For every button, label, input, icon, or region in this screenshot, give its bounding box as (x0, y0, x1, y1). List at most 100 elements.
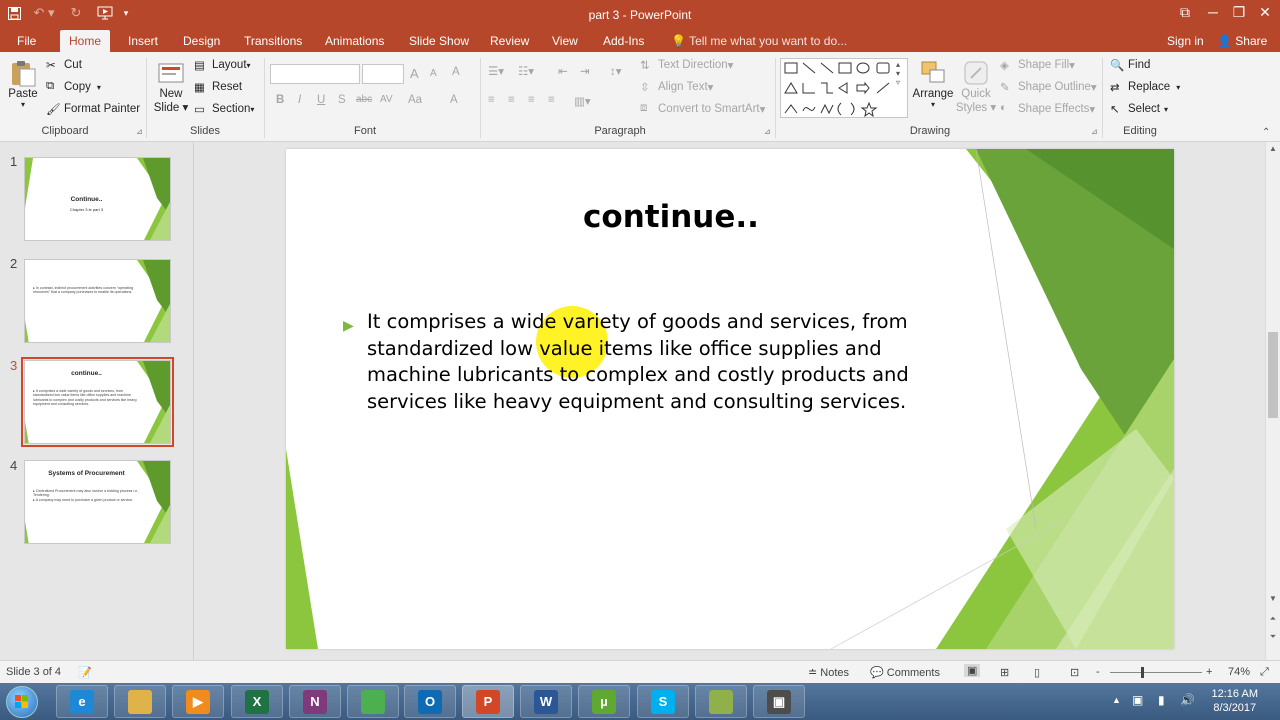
notes-button[interactable]: ≐ Notes (808, 666, 849, 679)
fit-slide-icon[interactable]: ⤢ (1260, 666, 1269, 679)
quick-styles-button[interactable]: Quick Styles ▾ (956, 58, 996, 114)
clipboard-launcher-icon[interactable]: ⊿ (136, 127, 143, 136)
convert-smartart-button[interactable]: ⧈ Convert to SmartArt ▾ (640, 102, 765, 116)
replace-button[interactable]: ⇄ Replace ▾ (1110, 80, 1180, 94)
zoom-out-button[interactable]: - (1096, 666, 1100, 678)
align-left-icon[interactable]: ≡ (488, 94, 495, 106)
taskbar-app-media-player[interactable]: ▶ (172, 685, 224, 718)
arrange-button[interactable]: Arrange ▾ (912, 58, 954, 109)
taskbar-app-powerpoint[interactable]: P (462, 685, 514, 718)
tab-add-ins[interactable]: Add-Ins (594, 30, 653, 52)
tab-design[interactable]: Design (174, 30, 229, 52)
network-icon[interactable]: ▣ (1132, 693, 1143, 707)
taskbar-app-skype[interactable]: S (637, 685, 689, 718)
font-color-button[interactable]: A (450, 94, 458, 106)
sign-in-link[interactable]: Sign in (1158, 30, 1213, 52)
drawing-launcher-icon[interactable]: ⊿ (1091, 127, 1098, 136)
collapse-ribbon-icon[interactable]: ⌃ (1262, 127, 1270, 138)
clear-formatting-button[interactable]: A (452, 66, 460, 78)
taskbar-app-excel[interactable]: X (231, 685, 283, 718)
slide-thumbnail-4[interactable]: Systems of Procurement ▸ Centralized Pro… (24, 460, 171, 544)
comments-button[interactable]: 💬 Comments (870, 666, 940, 679)
scroll-down-icon[interactable]: ▼ (1266, 592, 1280, 606)
paragraph-launcher-icon[interactable]: ⊿ (764, 127, 771, 136)
slide-thumbnail-1[interactable]: Continue.. Chapter 3 ie part 3 (24, 157, 171, 241)
italic-button[interactable]: I (298, 94, 301, 106)
slide-title[interactable]: continue.. (286, 199, 1056, 235)
current-slide[interactable]: continue.. ▶ It comprises a wide variety… (286, 149, 1174, 649)
reset-button[interactable]: ▦ Reset (194, 80, 242, 94)
taskbar-app-internet-explorer[interactable]: e (56, 685, 108, 718)
tell-me-box[interactable]: 💡 Tell me what you want to do... (662, 30, 856, 52)
text-direction-button[interactable]: ⇅ Text Direction ▾ (640, 58, 733, 72)
shape-fill-button[interactable]: ◈ Shape Fill ▾ (1000, 58, 1075, 72)
section-button[interactable]: ▭ Section ▾ (194, 102, 254, 116)
tab-file[interactable]: File (8, 30, 45, 52)
share-button[interactable]: 👤 Share (1208, 30, 1276, 52)
zoom-slider[interactable] (1110, 672, 1202, 673)
taskbar-app-utorrent[interactable]: µ (578, 685, 630, 718)
taskbar-app-banknote[interactable] (695, 685, 747, 718)
shapes-gallery[interactable] (780, 58, 908, 118)
grow-font-button[interactable]: A (410, 66, 419, 81)
cut-button[interactable]: ✂ Cut (46, 58, 82, 72)
align-right-icon[interactable]: ≡ (528, 94, 535, 106)
previous-slide-icon[interactable]: ⏶ (1266, 612, 1280, 626)
tab-slide-show[interactable]: Slide Show (400, 30, 478, 52)
bold-button[interactable]: B (276, 94, 284, 106)
system-clock[interactable]: 12:16 AM 8/3/2017 (1212, 687, 1258, 715)
find-button[interactable]: 🔍 Find (1110, 58, 1150, 72)
next-slide-icon[interactable]: ⏷ (1266, 630, 1280, 644)
scroll-thumb[interactable] (1268, 332, 1278, 418)
spell-check-icon[interactable]: 📝 (78, 666, 92, 679)
slide-sorter-icon[interactable]: ⊞ (1000, 666, 1009, 679)
numbering-icon[interactable]: ☷▾ (518, 64, 534, 78)
align-text-button[interactable]: ⇳ Align Text ▾ (640, 80, 713, 94)
taskbar-app-chrome[interactable] (347, 685, 399, 718)
shrink-font-button[interactable]: A (430, 68, 437, 79)
text-shadow-button[interactable]: S (338, 94, 346, 106)
tab-review[interactable]: Review (481, 30, 538, 52)
start-button[interactable] (6, 686, 38, 718)
copy-button[interactable]: ⧉ Copy ▾ (46, 80, 101, 94)
slide-body-text[interactable]: It comprises a wide variety of goods and… (367, 309, 937, 415)
volume-icon[interactable]: 🔊 (1180, 693, 1195, 707)
font-family-dropdown[interactable] (270, 64, 360, 84)
taskbar-app-onenote[interactable]: N (289, 685, 341, 718)
zoom-level[interactable]: 74% (1228, 666, 1250, 678)
format-painter-button[interactable]: 🖌 Format Painter (46, 102, 140, 116)
layout-button[interactable]: ▤ Layout ▾ (194, 58, 251, 72)
underline-button[interactable]: U (317, 94, 325, 106)
slide-thumbnail-2[interactable]: ▸ In contrast, indirect procurement acti… (24, 259, 171, 343)
decrease-indent-icon[interactable]: ⇤ (558, 64, 568, 78)
zoom-in-button[interactable]: + (1206, 666, 1212, 678)
new-slide-button[interactable]: New Slide ▾ (152, 58, 190, 114)
taskbar-app-word[interactable]: W (520, 685, 572, 718)
tab-home[interactable]: Home (60, 30, 111, 52)
justify-icon[interactable]: ≡ (548, 94, 555, 106)
shape-effects-button[interactable]: ◐ Shape Effects ▾ (1000, 102, 1095, 116)
normal-view-icon[interactable]: ▣ (964, 664, 981, 677)
reading-view-icon[interactable]: ▯ (1034, 666, 1040, 679)
character-spacing-button[interactable]: AV (380, 94, 393, 105)
line-spacing-icon[interactable]: ↕▾ (610, 64, 622, 78)
paste-button[interactable]: Paste ▾ (6, 58, 40, 109)
slide-thumbnail-3[interactable]: continue.. ▸ It comprises a wide variety… (21, 357, 174, 447)
show-hidden-icons[interactable]: ▲ (1112, 695, 1121, 705)
gallery-more-icon[interactable]: ▴ ▾ ▿ (896, 60, 900, 87)
zoom-slider-thumb[interactable] (1141, 667, 1144, 678)
tab-transitions[interactable]: Transitions (235, 30, 311, 52)
font-size-dropdown[interactable] (362, 64, 404, 84)
shape-outline-button[interactable]: ✎ Shape Outline ▾ (1000, 80, 1097, 94)
bullets-icon[interactable]: ☰▾ (488, 64, 504, 78)
increase-indent-icon[interactable]: ⇥ (580, 64, 590, 78)
slide-show-icon[interactable]: ⊡ (1070, 666, 1079, 679)
taskbar-app-camtasia[interactable]: ▣ (753, 685, 805, 718)
close-button[interactable]: ✕ (1248, 2, 1280, 22)
columns-icon[interactable]: ▥▾ (574, 94, 591, 108)
tab-view[interactable]: View (543, 30, 587, 52)
vertical-scrollbar[interactable]: ▲ ▼ ⏶ ⏷ (1265, 142, 1280, 660)
select-button[interactable]: ↖ Select ▾ (1110, 102, 1168, 116)
tab-animations[interactable]: Animations (316, 30, 393, 52)
strikethrough-button[interactable]: abc (356, 94, 372, 105)
